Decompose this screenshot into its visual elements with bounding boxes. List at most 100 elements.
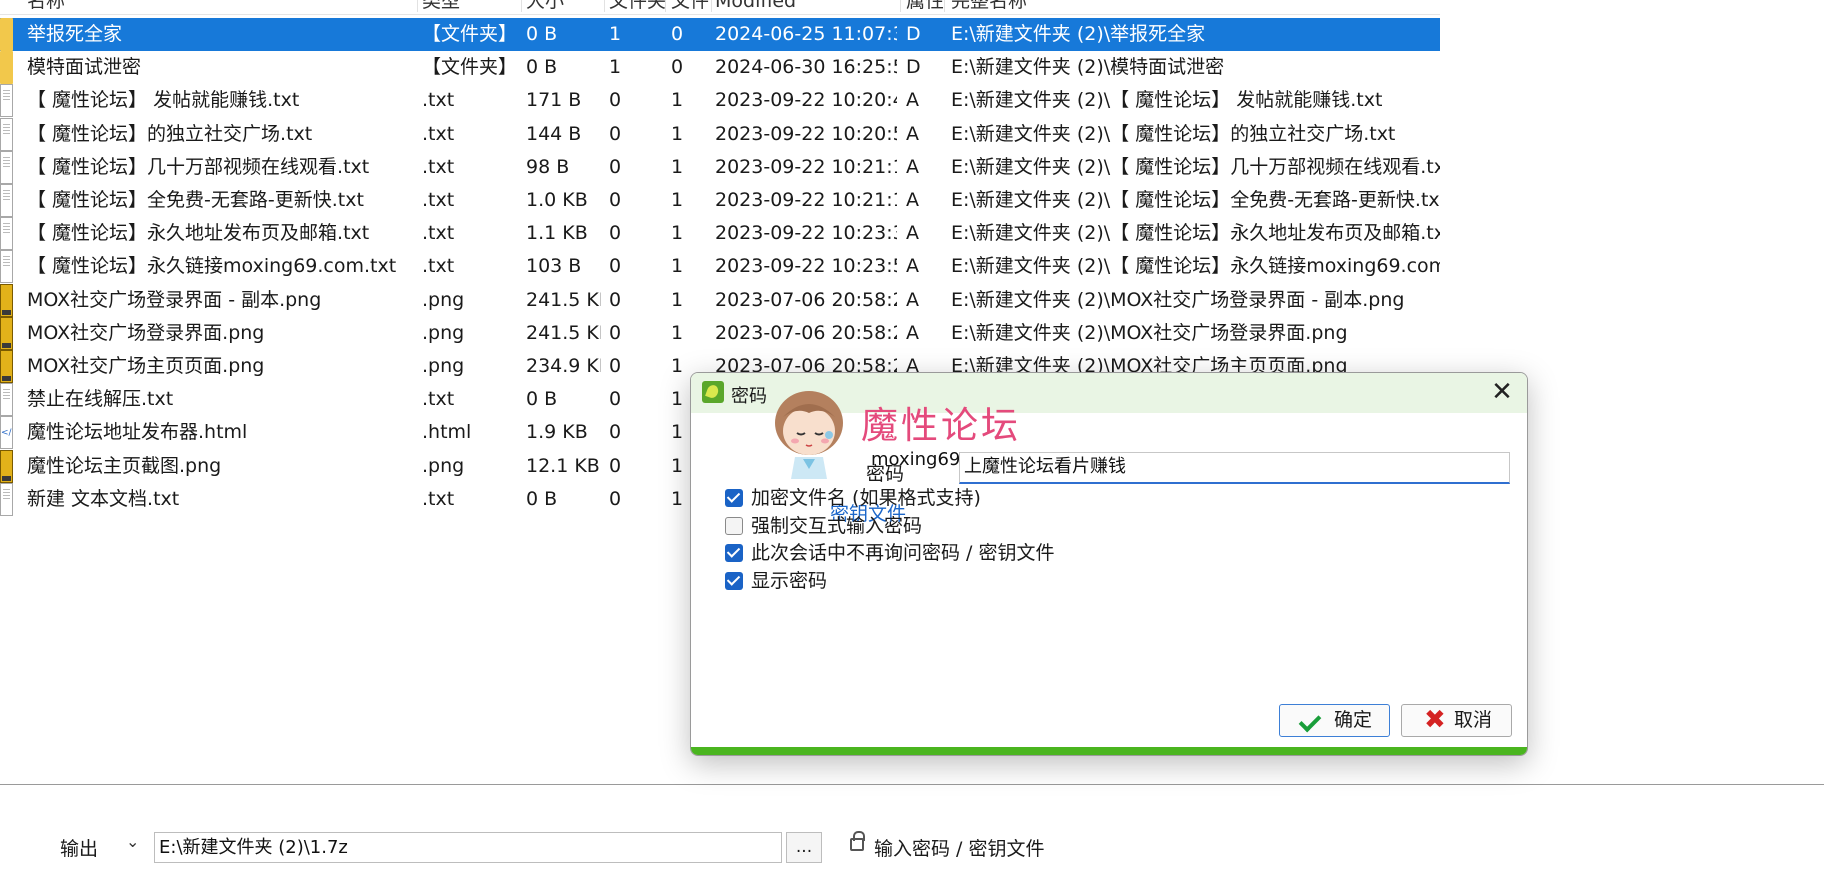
column-divider[interactable] <box>604 0 605 12</box>
image-file-icon <box>0 350 13 383</box>
text-file-icon <box>0 383 13 417</box>
folder-count-cell: 0 <box>609 321 622 344</box>
row-icon-cell <box>0 482 18 516</box>
attribute-cell: A <box>906 321 919 344</box>
close-icon[interactable]: ✕ <box>1489 379 1515 405</box>
column-full-name[interactable]: 完整名称 <box>951 0 1027 14</box>
modified-cell: 2023-09-22 10:23:34 <box>715 222 897 245</box>
full-path-cell: E:\新建文件夹 (2)\举报死全家 <box>951 23 1206 45</box>
row-icon-cell <box>0 283 18 317</box>
file-type-cell: .png <box>422 454 465 477</box>
table-row[interactable]: MOX社交广场登录界面 - 副本.png .png 241.5 KB 0 1 2023-0… <box>0 283 1440 317</box>
column-name[interactable]: 名称 <box>27 0 65 14</box>
full-path-cell: E:\新建文件夹 (2)\【 魔性论坛】永久链接moxing69.com.txt <box>951 255 1440 278</box>
browse-button[interactable]: ... <box>786 832 822 863</box>
table-row[interactable]: 【 魔性论坛】几十万部视频在线观看.txt .txt 98 B 0 1 2023-09-2… <box>0 150 1440 184</box>
file-size-cell: 1.1 KB <box>526 222 588 245</box>
table-row[interactable]: 【 魔性论坛】永久链接moxing69.com.txt .txt 103 B 0 1 20… <box>0 250 1440 284</box>
option-label[interactable]: 此次会话中不再询问密码 / 密钥文件 <box>751 541 1054 565</box>
row-icon-cell <box>0 383 18 417</box>
output-path-input[interactable]: E:\新建文件夹 (2)\1.7z <box>154 832 782 863</box>
column-type[interactable]: 类型 <box>422 0 460 14</box>
row-icon-cell: </> <box>0 416 18 450</box>
table-row[interactable]: 【 魔性论坛】全免费-无套路-更新快.txt .txt 1.0 KB 0 1 2023-0… <box>0 184 1440 217</box>
file-type-cell: .txt <box>422 255 455 278</box>
table-row[interactable]: 【 魔性论坛】永久地址发布页及邮箱.txt .txt 1.1 KB 0 1 2023-09… <box>0 217 1440 251</box>
table-row[interactable]: MOX社交广场登录界面.png .png 241.5 KB 0 1 2023-07-06 … <box>0 316 1440 350</box>
option-checkbox[interactable] <box>725 544 743 562</box>
attribute-cell: D <box>906 23 921 45</box>
chevron-down-icon[interactable]: ⌄ <box>126 832 139 851</box>
column-files[interactable]: 文件 <box>671 0 709 14</box>
full-path-cell: E:\新建文件夹 (2)\MOX社交广场登录界面.png <box>951 321 1348 344</box>
file-count-cell: 0 <box>671 23 684 45</box>
table-row[interactable]: 【 魔性论坛】的独立社交广场.txt .txt 144 B 0 1 2023-09-22 … <box>0 117 1440 151</box>
row-icon-cell <box>0 51 18 85</box>
modified-cell: 2023-09-22 10:20:46 <box>715 89 897 112</box>
image-file-icon <box>0 449 13 483</box>
table-row[interactable]: 【 魔性论坛】 发帖就能赚钱.txt .txt 171 B 0 1 2023-09-22 … <box>0 84 1440 118</box>
option-label[interactable]: 显示密码 <box>751 569 827 593</box>
progress-bar <box>691 747 1527 755</box>
password-input[interactable]: 上魔性论坛看片赚钱 <box>959 452 1510 484</box>
row-icon-cell <box>0 217 18 251</box>
folder-count-cell: 0 <box>609 421 622 444</box>
cancel-button[interactable]: ✖ 取消 <box>1401 704 1512 737</box>
panel-divider[interactable] <box>0 784 1824 785</box>
column-modified[interactable]: Modified <box>715 0 796 14</box>
enter-password-link[interactable]: 输入密码 / 密钥文件 <box>874 834 1044 861</box>
file-name-cell: 【 魔性论坛】全免费-无套路-更新快.txt <box>27 189 364 211</box>
column-folders[interactable]: 文件夹 <box>609 0 666 14</box>
option-label[interactable]: 强制交互式输入密码 <box>751 514 922 538</box>
table-row[interactable]: 举报死全家 【文件夹】 0 B 1 0 2024-06-25 11:07:38 D E:\新建… <box>0 18 1440 51</box>
ok-button-label: 确定 <box>1334 709 1373 731</box>
file-size-cell: 103 B <box>526 255 582 278</box>
text-file-icon <box>0 150 13 184</box>
option-checkbox[interactable] <box>725 571 743 590</box>
file-type-cell: .html <box>422 421 472 444</box>
text-file-icon <box>0 84 13 118</box>
file-size-cell: 0 B <box>526 487 558 510</box>
row-icon-cell <box>0 350 18 383</box>
full-path-cell: E:\新建文件夹 (2)\【 魔性论坛】 发帖就能赚钱.txt <box>951 89 1383 112</box>
column-divider[interactable] <box>521 0 522 12</box>
column-divider[interactable] <box>417 0 418 12</box>
progress-bar-fill <box>691 747 1527 755</box>
file-name-cell: 魔性论坛地址发布器.html <box>27 421 248 444</box>
lock-icon[interactable] <box>850 831 865 851</box>
text-file-icon <box>0 250 13 284</box>
file-type-cell: .png <box>422 321 465 344</box>
option-label[interactable]: 加密文件名 (如果格式支持) <box>751 486 981 510</box>
text-file-icon <box>0 482 13 516</box>
column-attr[interactable]: 属性 <box>906 0 944 14</box>
cross-icon: ✖ <box>1424 705 1446 735</box>
file-size-cell: 1.9 KB <box>526 421 588 444</box>
column-divider[interactable] <box>665 0 666 12</box>
folder-count-cell: 0 <box>609 89 622 112</box>
folder-count-cell: 0 <box>609 388 622 411</box>
option-checkbox[interactable] <box>725 489 743 507</box>
app-icon <box>702 381 724 403</box>
file-count-cell: 1 <box>671 122 684 145</box>
attribute-cell: A <box>906 255 919 278</box>
column-divider[interactable] <box>900 0 901 12</box>
modified-cell: 2023-07-06 20:58:26 <box>715 321 897 344</box>
folder-count-cell: 1 <box>609 23 622 45</box>
row-icon-cell <box>0 84 18 118</box>
column-divider[interactable] <box>944 0 945 12</box>
table-row[interactable]: 模特面试泄密 【文件夹】 0 B 1 0 2024-06-30 16:25:52 D E:\新… <box>0 51 1440 85</box>
option-checkbox[interactable] <box>725 516 743 535</box>
text-file-icon <box>0 217 13 251</box>
column-size[interactable]: 大小 <box>526 0 564 14</box>
file-size-cell: 234.9 KB <box>526 355 601 377</box>
attribute-cell: A <box>906 122 919 145</box>
ok-button[interactable]: 确定 <box>1279 704 1390 737</box>
file-count-cell: 1 <box>671 222 684 245</box>
file-name-cell: 【 魔性论坛】永久链接moxing69.com.txt <box>27 255 397 278</box>
file-type-cell: .txt <box>422 155 455 178</box>
file-name-cell: MOX社交广场登录界面.png <box>27 321 265 344</box>
file-name-cell: MOX社交广场登录界面 - 副本.png <box>27 288 322 311</box>
column-divider[interactable] <box>711 0 712 12</box>
file-size-cell: 241.5 KB <box>526 321 601 344</box>
file-name-cell: 【 魔性论坛】 发帖就能赚钱.txt <box>27 89 300 112</box>
